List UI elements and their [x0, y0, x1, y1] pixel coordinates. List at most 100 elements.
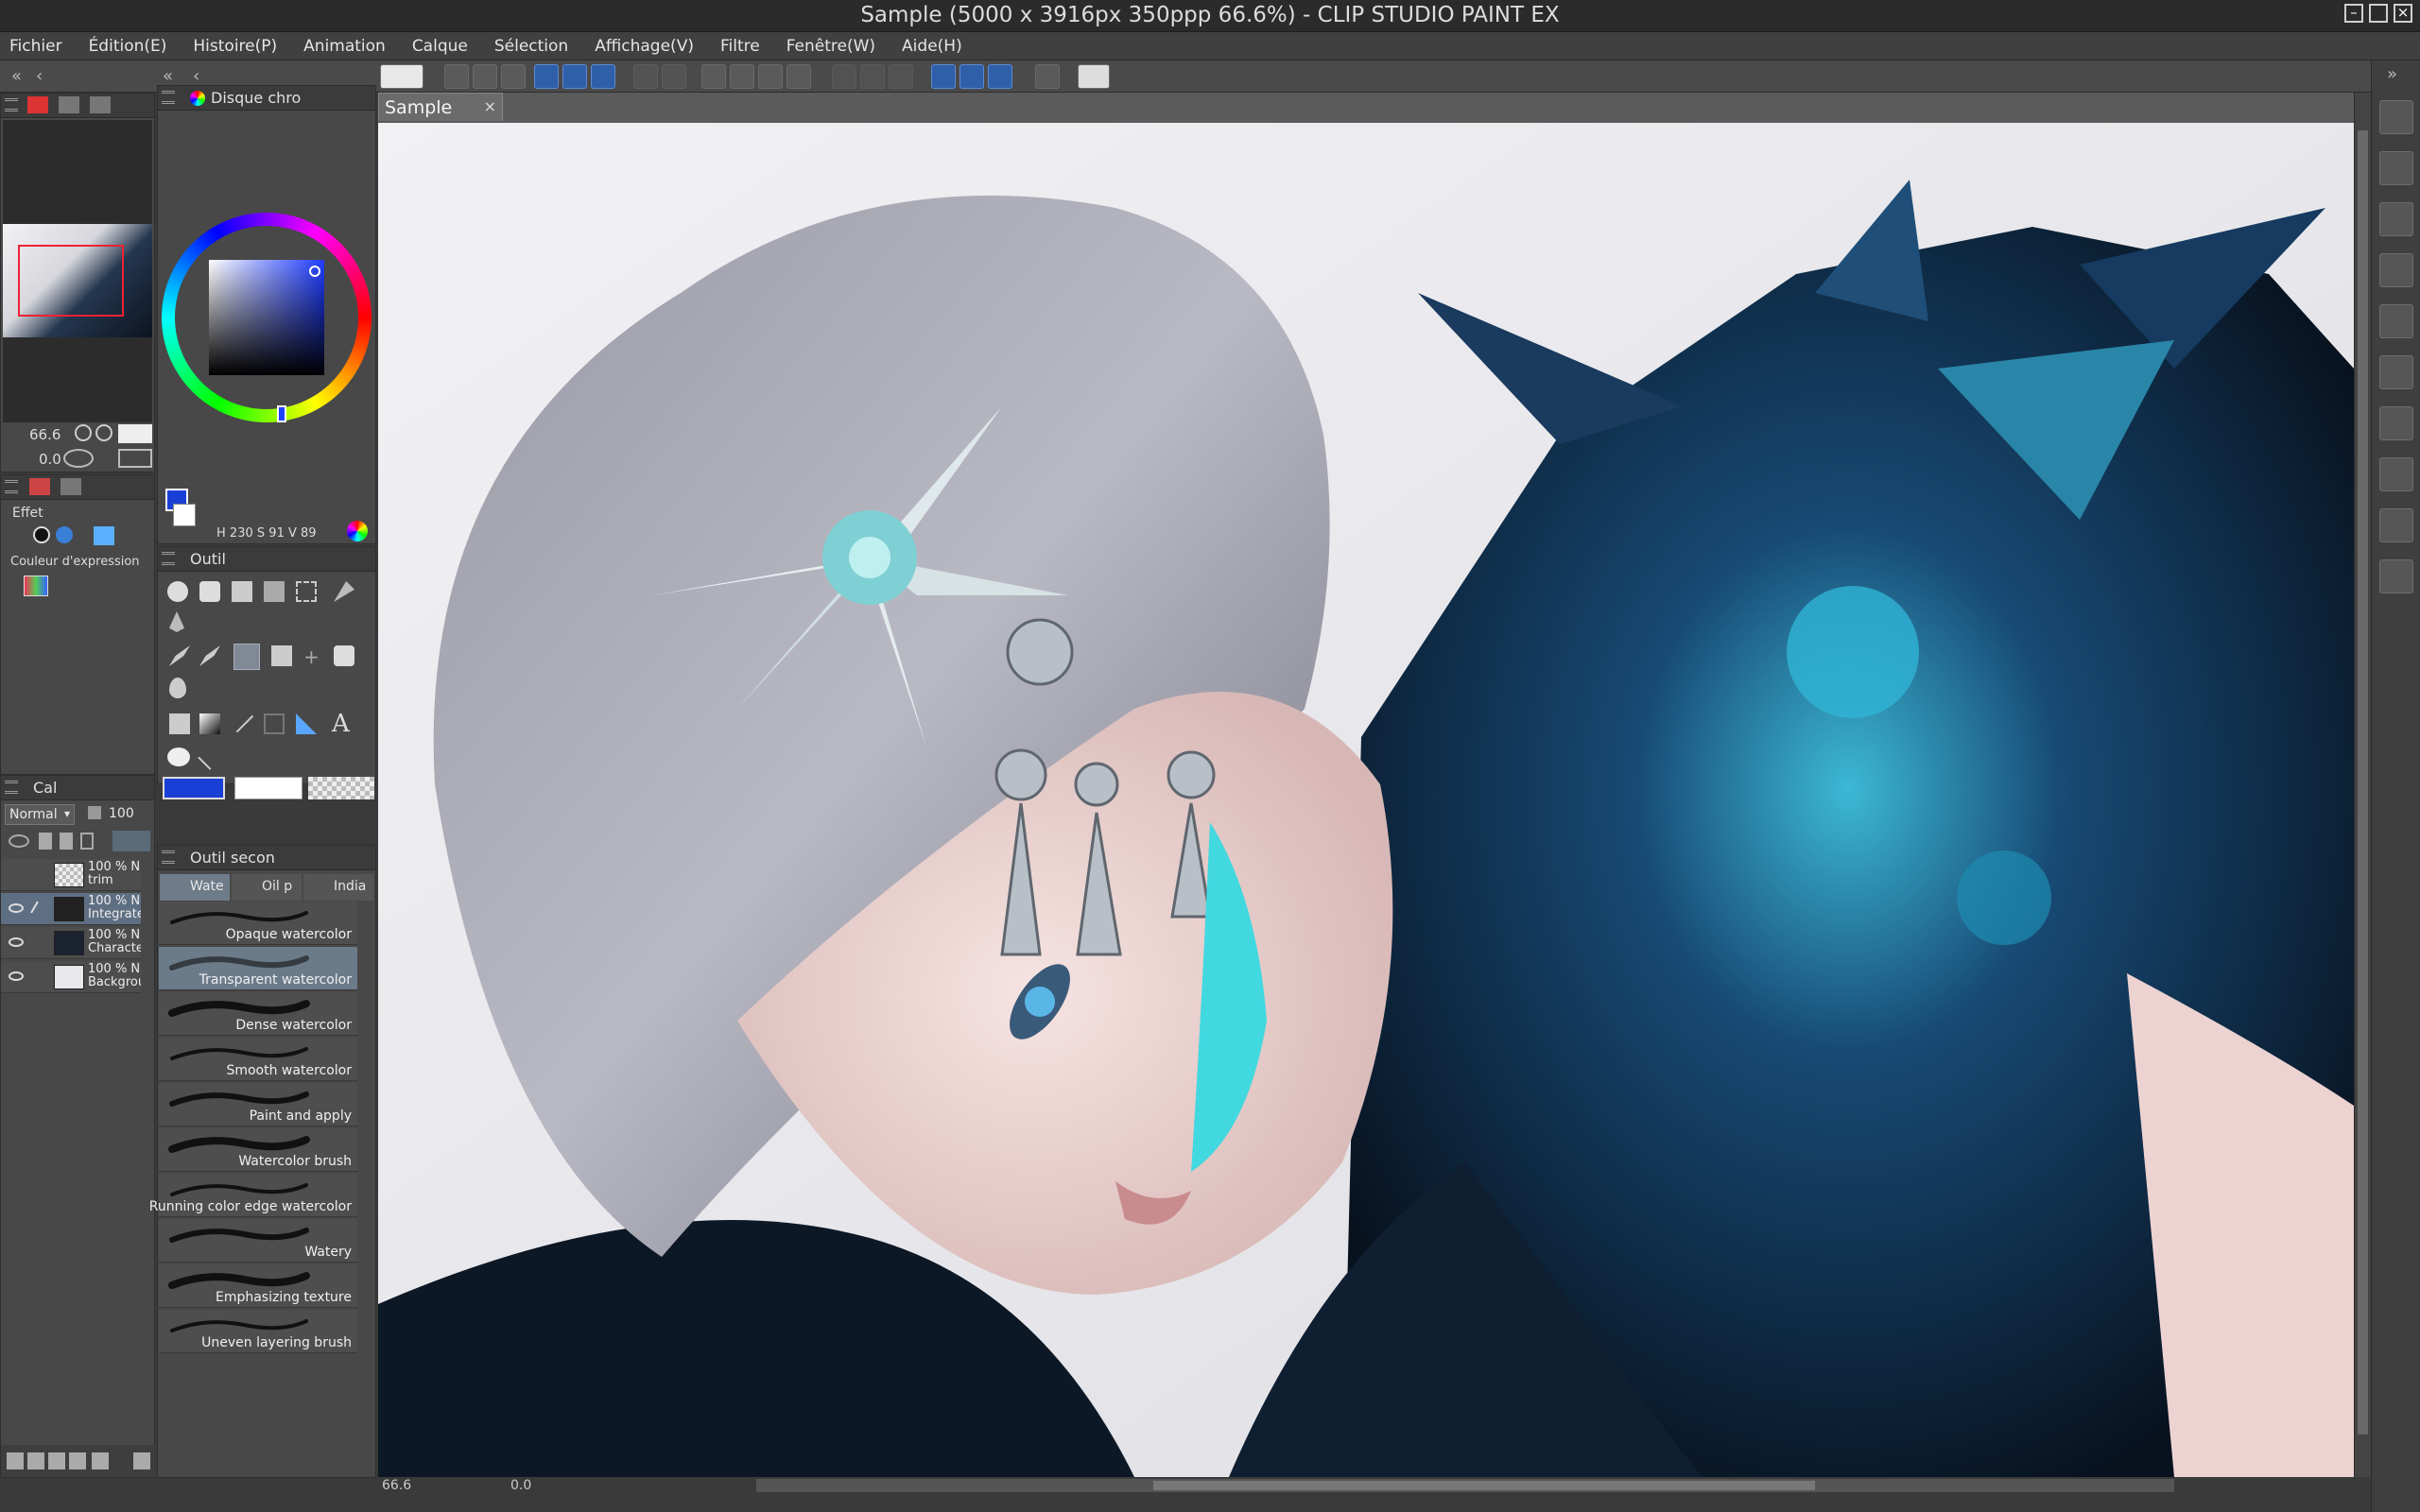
- blend-mode-select[interactable]: Normal ▾: [5, 804, 75, 825]
- animation-cels-icon[interactable]: [2379, 202, 2413, 236]
- navigator-view-frame[interactable]: [18, 245, 124, 317]
- layer-search-icon[interactable]: [2379, 151, 2413, 185]
- brush-preset-item[interactable]: Transparent watercolor: [159, 947, 357, 990]
- brush-preset-item[interactable]: Emphasizing texture: [159, 1264, 357, 1308]
- chevron-left-icon[interactable]: ‹: [36, 66, 43, 86]
- menu-help[interactable]: Aide(H): [902, 37, 962, 56]
- close-icon[interactable]: ×: [484, 97, 496, 115]
- history-icon[interactable]: [2379, 457, 2413, 491]
- tool-property-tab-icon[interactable]: [29, 478, 50, 495]
- clear-icon[interactable]: [730, 64, 754, 89]
- undo-icon[interactable]: [633, 64, 658, 89]
- menu-file[interactable]: Fichier: [9, 37, 62, 56]
- auto-select-tool-icon[interactable]: [334, 581, 354, 602]
- color-picker-handle[interactable]: [309, 266, 320, 277]
- close-icon[interactable]: ×: [2394, 4, 2412, 23]
- redo-icon[interactable]: [662, 64, 686, 89]
- material-pose-icon[interactable]: [2379, 355, 2413, 389]
- horizontal-scroll-thumb[interactable]: [1153, 1481, 1815, 1490]
- collapse-left-icon-2[interactable]: «: [163, 66, 173, 86]
- layers-panel-title[interactable]: Cal: [33, 779, 57, 797]
- menu-story[interactable]: Histoire(P): [193, 37, 277, 56]
- menu-animation[interactable]: Animation: [303, 37, 386, 56]
- collapse-right-icon[interactable]: »: [2387, 64, 2397, 84]
- fill-tool-icon[interactable]: [169, 713, 190, 734]
- brush-preset-item[interactable]: Uneven layering brush: [159, 1310, 357, 1353]
- auto-action-icon[interactable]: [2379, 508, 2413, 542]
- eyedropper-tool-icon[interactable]: [169, 611, 184, 632]
- eye-icon[interactable]: [9, 937, 24, 947]
- new-folder-icon[interactable]: [48, 1452, 65, 1469]
- pen-tool-icon[interactable]: [169, 645, 190, 666]
- export-jpg-icon[interactable]: [534, 64, 559, 89]
- ruler-snap-icon[interactable]: [931, 64, 956, 89]
- maximize-icon[interactable]: [2369, 4, 2388, 23]
- selection-invert-icon[interactable]: [832, 64, 856, 89]
- sub-view-tab-icon[interactable]: [59, 96, 80, 113]
- new-vector-layer-icon[interactable]: [27, 1452, 44, 1469]
- grip-icon[interactable]: [162, 850, 175, 864]
- material-image-icon[interactable]: [2379, 304, 2413, 338]
- layer-row[interactable]: 100 % N Backgrou: [1, 961, 141, 993]
- grid-snap-icon[interactable]: [988, 64, 1012, 89]
- help-icon[interactable]: [1078, 64, 1110, 89]
- operation-tool-icon[interactable]: [232, 581, 252, 602]
- expression-color-select[interactable]: [24, 576, 48, 596]
- tab-canvas-sample[interactable]: Sample ×: [378, 93, 503, 121]
- menu-window[interactable]: Fenêtre(W): [786, 37, 875, 56]
- selection-show-icon[interactable]: [889, 64, 913, 89]
- export-png-icon[interactable]: [562, 64, 587, 89]
- canvas-artwork[interactable]: [378, 123, 2354, 1477]
- layer-color-icon[interactable]: [112, 831, 150, 851]
- material-background-icon[interactable]: [2379, 406, 2413, 440]
- draft-layer-icon[interactable]: [60, 833, 73, 850]
- hue-value[interactable]: 230: [230, 526, 253, 541]
- pencil-tool-icon[interactable]: [199, 645, 220, 666]
- effect-watercolor-icon[interactable]: [94, 526, 114, 545]
- ruler-tool-icon[interactable]: [296, 713, 317, 734]
- clip-studio-icon[interactable]: [380, 64, 424, 89]
- gradient-tool-icon[interactable]: [199, 713, 220, 734]
- menu-selection[interactable]: Sélection: [494, 37, 568, 56]
- selection-tool-icon[interactable]: [296, 581, 317, 602]
- brush-preset-item[interactable]: Dense watercolor: [159, 992, 357, 1036]
- status-zoom[interactable]: 66.6: [382, 1478, 411, 1493]
- grip-icon[interactable]: [5, 781, 18, 794]
- clip-layer-icon[interactable]: [9, 834, 29, 848]
- merge-down-icon[interactable]: [92, 1452, 109, 1469]
- airbrush-tool-icon[interactable]: [271, 645, 292, 666]
- new-raster-layer-icon[interactable]: [7, 1452, 24, 1469]
- minimize-icon[interactable]: –: [2344, 4, 2363, 23]
- brush-size-tab-icon[interactable]: [60, 478, 82, 495]
- layer-opacity-value[interactable]: 100: [109, 806, 134, 821]
- transform-icon[interactable]: [701, 64, 726, 89]
- navigator-angle-value[interactable]: 0.0: [39, 451, 61, 468]
- vertical-scrollbar[interactable]: [2354, 93, 2371, 1477]
- eraser-tool-icon[interactable]: [334, 645, 354, 666]
- brush-preset-item[interactable]: Watery: [159, 1219, 357, 1263]
- value-value[interactable]: 89: [301, 526, 317, 541]
- brush-preset-item[interactable]: Opaque watercolor: [159, 902, 357, 945]
- brush-preset-item[interactable]: Paint and apply: [159, 1083, 357, 1126]
- learn-icon[interactable]: [1035, 64, 1060, 89]
- delete-layer-icon[interactable]: [133, 1452, 150, 1469]
- sub-color-swatch[interactable]: [173, 504, 196, 526]
- eye-icon[interactable]: [9, 971, 24, 981]
- reference-layer-icon[interactable]: [39, 833, 52, 850]
- lock-icon[interactable]: [80, 833, 94, 850]
- saturation-value-square[interactable]: [209, 260, 324, 375]
- zoom-out-icon[interactable]: [95, 424, 112, 441]
- grip-icon[interactable]: [162, 552, 175, 565]
- new-file-icon[interactable]: [444, 64, 469, 89]
- horizontal-scrollbar[interactable]: [756, 1479, 2174, 1492]
- menu-edit[interactable]: Édition(E): [89, 37, 167, 56]
- brush-preset-item[interactable]: Running color edge watercolor: [149, 1174, 357, 1217]
- zoom-tool-icon[interactable]: [167, 581, 188, 602]
- figure-tool-icon[interactable]: [235, 714, 254, 733]
- navigator-preview[interactable]: [3, 120, 152, 422]
- grip-icon[interactable]: [162, 91, 175, 104]
- chevron-left-icon-2[interactable]: ‹: [193, 66, 199, 86]
- move-layer-tool-icon[interactable]: [264, 581, 285, 602]
- layer-row[interactable]: 100 % Ntrim: [1, 859, 141, 891]
- zoom-in-icon[interactable]: [75, 424, 92, 441]
